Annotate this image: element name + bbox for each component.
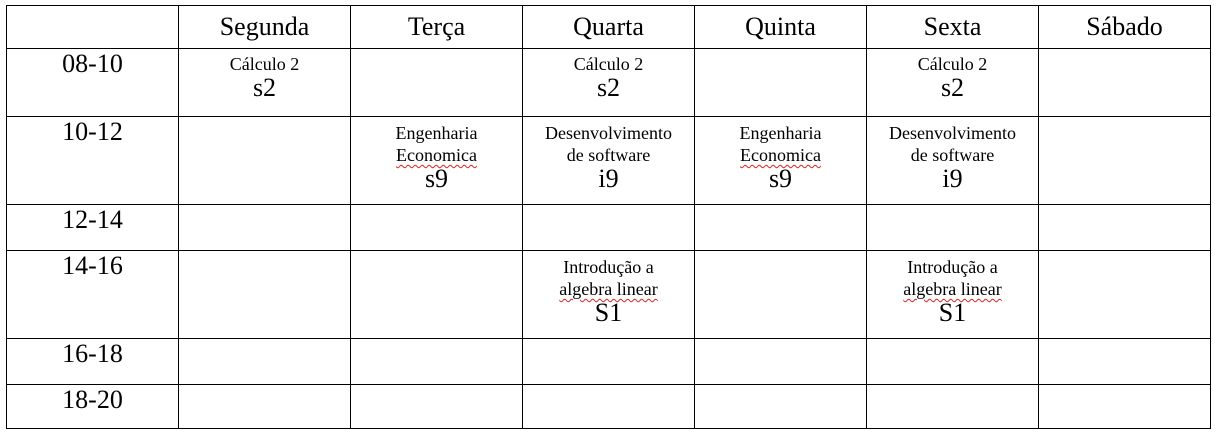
class-cell: Engenharia Economica s9 — [694, 116, 867, 205]
empty-cell — [694, 338, 867, 385]
day-header-quinta: Quinta — [694, 5, 867, 49]
class-room: s2 — [940, 73, 965, 102]
table-row: 10-12 Engenharia Economica s9 Desenvolvi… — [6, 116, 1211, 205]
day-header-sexta: Sexta — [866, 5, 1039, 49]
class-name-line2: algebra linear — [559, 279, 658, 299]
empty-cell — [694, 250, 867, 339]
empty-cell — [350, 204, 523, 251]
empty-cell — [1038, 204, 1211, 251]
empty-cell — [350, 384, 523, 429]
empty-cell — [178, 384, 351, 429]
class-cell: Engenharia Economica s9 — [350, 116, 523, 205]
schedule-table: Segunda Terça Quarta Quinta Sexta Sábado… — [6, 5, 1211, 429]
table-row: 14-16 Introdução a algebra linear S1 Int… — [6, 250, 1211, 339]
empty-cell — [522, 384, 695, 429]
empty-cell — [350, 250, 523, 339]
class-name-line1: Engenharia — [739, 123, 822, 143]
empty-cell — [694, 48, 867, 117]
class-cell: Cálculo 2 s2 — [522, 48, 695, 117]
day-header-sabado: Sábado — [1038, 5, 1211, 49]
empty-cell — [178, 116, 351, 205]
time-slot: 12-14 — [6, 204, 179, 251]
class-name-line1: Desenvolvimento — [545, 123, 672, 143]
empty-cell — [522, 204, 695, 251]
empty-cell — [178, 250, 351, 339]
class-room: i9 — [942, 164, 963, 193]
table-row: 08-10 Cálculo 2 s2 Cálculo 2 s2 Cálculo … — [6, 48, 1211, 117]
class-room: s2 — [252, 73, 277, 102]
header-row: Segunda Terça Quarta Quinta Sexta Sábado — [6, 5, 1211, 49]
class-room: s2 — [596, 73, 621, 102]
class-name: Cálculo 2 — [917, 54, 988, 74]
day-header-segunda: Segunda — [178, 5, 351, 49]
empty-cell — [1038, 48, 1211, 117]
time-slot: 16-18 — [6, 338, 179, 385]
class-name-line2: de software — [566, 145, 651, 165]
class-name-line1: Introdução a — [563, 257, 654, 277]
class-room: i9 — [598, 164, 619, 193]
time-slot: 18-20 — [6, 384, 179, 429]
class-name-line2: Economica — [740, 145, 821, 165]
class-name-line2: Economica — [396, 145, 477, 165]
class-name: Cálculo 2 — [229, 54, 300, 74]
empty-cell — [350, 48, 523, 117]
day-header-terca: Terça — [350, 5, 523, 49]
empty-cell — [866, 204, 1039, 251]
empty-cell — [178, 338, 351, 385]
class-room: S1 — [594, 298, 623, 327]
empty-cell — [694, 204, 867, 251]
class-name-line1: Engenharia — [395, 123, 478, 143]
time-slot: 08-10 — [6, 48, 179, 117]
table-row: 18-20 — [6, 384, 1211, 429]
class-name-line1: Introdução a — [907, 257, 998, 277]
time-slot: 10-12 — [6, 116, 179, 205]
time-slot: 14-16 — [6, 250, 179, 339]
day-header-quarta: Quarta — [522, 5, 695, 49]
class-cell: Introdução a algebra linear S1 — [522, 250, 695, 339]
empty-cell — [1038, 250, 1211, 339]
table-row: 12-14 — [6, 204, 1211, 251]
empty-cell — [1038, 116, 1211, 205]
empty-cell — [178, 204, 351, 251]
class-cell: Cálculo 2 s2 — [178, 48, 351, 117]
class-room: S1 — [938, 298, 967, 327]
table-row: 16-18 — [6, 338, 1211, 385]
empty-cell — [866, 384, 1039, 429]
empty-cell — [866, 338, 1039, 385]
empty-cell — [1038, 338, 1211, 385]
class-room: s9 — [768, 164, 793, 193]
empty-cell — [350, 338, 523, 385]
class-cell: Desenvolvimento de software i9 — [522, 116, 695, 205]
empty-cell — [1038, 384, 1211, 429]
class-name-line2: algebra linear — [903, 279, 1002, 299]
empty-cell — [522, 338, 695, 385]
class-room: s9 — [424, 164, 449, 193]
class-cell: Desenvolvimento de software i9 — [866, 116, 1039, 205]
class-name: Cálculo 2 — [573, 54, 644, 74]
class-cell: Introdução a algebra linear S1 — [866, 250, 1039, 339]
corner-cell — [6, 5, 179, 49]
class-name-line2: de software — [910, 145, 995, 165]
class-cell: Cálculo 2 s2 — [866, 48, 1039, 117]
class-name-line1: Desenvolvimento — [889, 123, 1016, 143]
empty-cell — [694, 384, 867, 429]
